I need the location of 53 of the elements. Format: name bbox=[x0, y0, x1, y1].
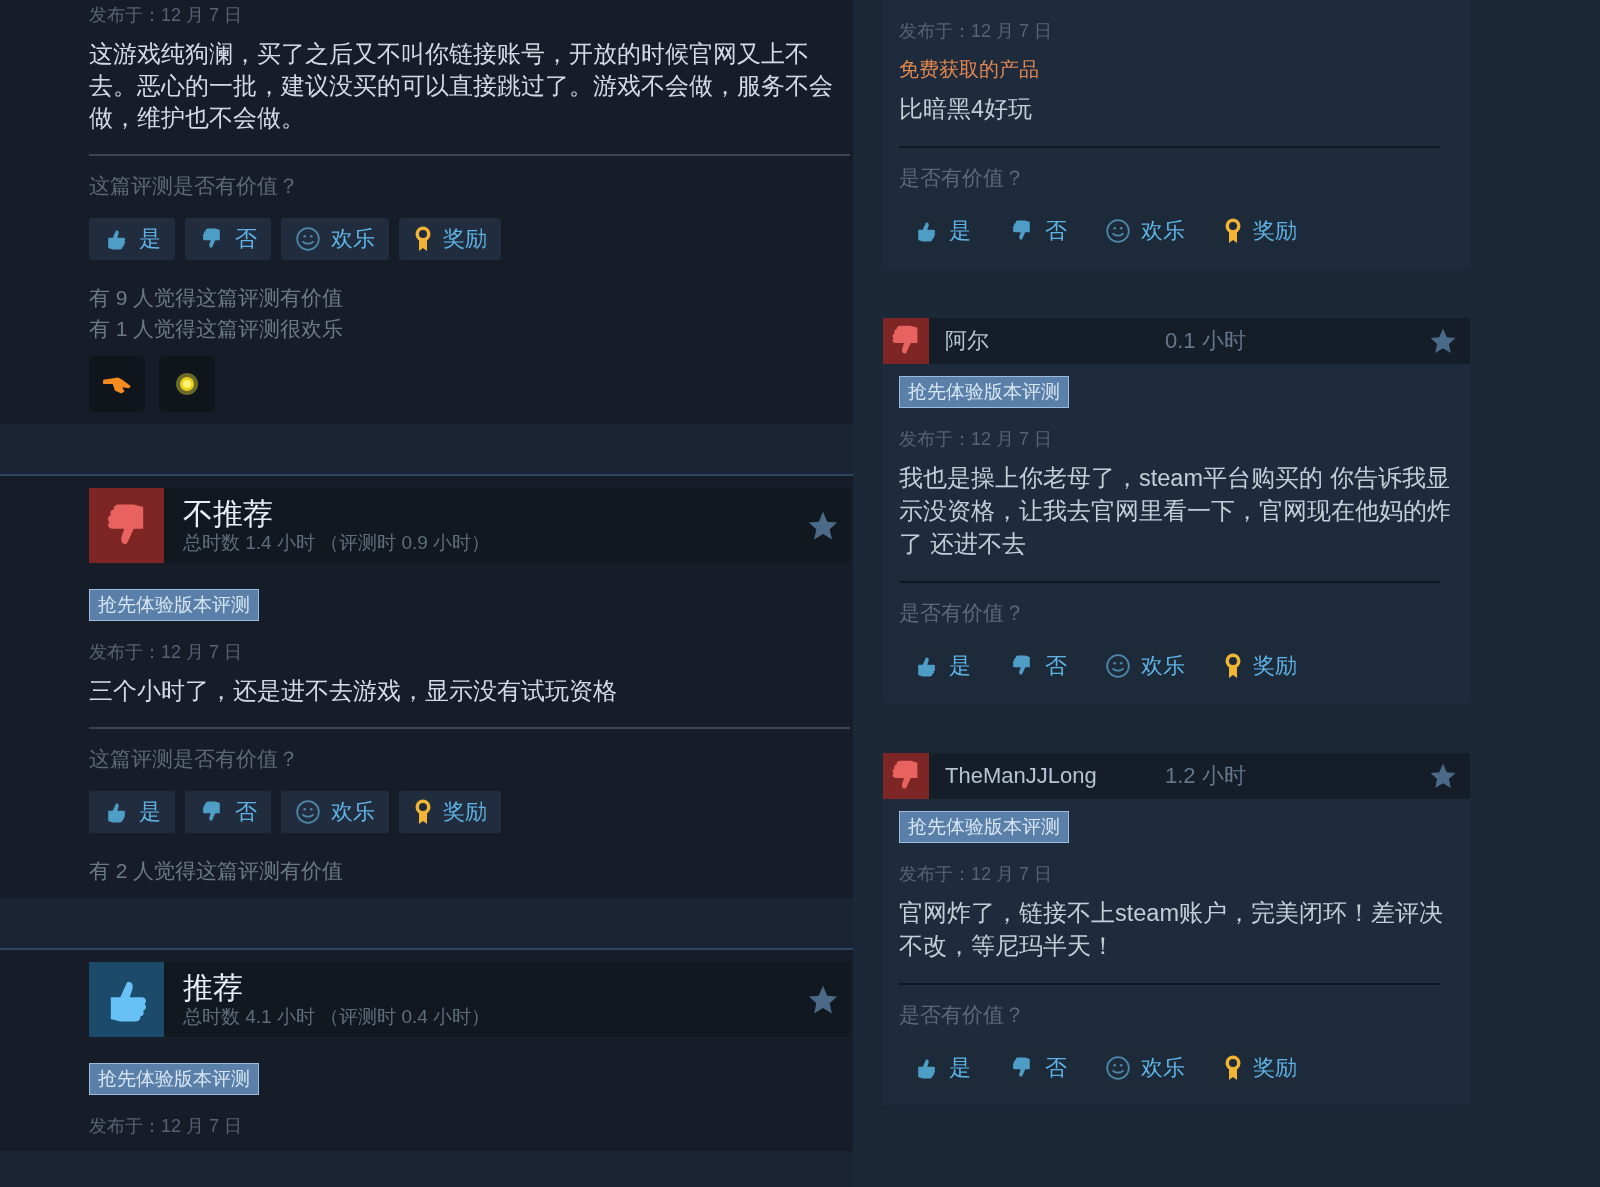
author-name[interactable]: TheManJJLong bbox=[945, 763, 1165, 789]
award-slot[interactable] bbox=[89, 356, 145, 412]
award-ribbon-icon bbox=[413, 225, 433, 253]
smiley-icon bbox=[1105, 218, 1131, 244]
verdict-title: 不推荐 bbox=[183, 496, 274, 531]
helpful-question: 是否有价值？ bbox=[899, 165, 1025, 191]
review-text: 这游戏纯狗澜，买了之后又不叫你链接账号，开放的时候官网又上不去。恶心的一批，建议没买的可以直接跳过了。游戏不会做，服务不会做，维护也不会做。 bbox=[89, 39, 834, 133]
award-ribbon-icon bbox=[413, 798, 433, 826]
early-access-tag: 抢先体验版本评测 bbox=[89, 1063, 259, 1095]
playtime: 1.2 小时 bbox=[1165, 762, 1247, 790]
helpful-count: 有 9 人觉得这篇评测有价值 bbox=[89, 285, 344, 311]
playtime: 总时数 1.4 小时 （评测时 0.9 小时） bbox=[183, 530, 492, 555]
vote-button[interactable]: 是 bbox=[89, 218, 175, 260]
vote-button[interactable]: 否 bbox=[185, 218, 271, 260]
early-access-tag: 抢先体验版本评测 bbox=[89, 589, 259, 621]
vote-button[interactable]: 欢乐 bbox=[281, 791, 389, 833]
post-date: 发布于：12 月 7 日 bbox=[89, 1115, 243, 1138]
review-text: 我也是操上你老母了，steam平台购买的 你告诉我显示没资格，让我去官网里看一下，官网现在他妈的炸了 还进不去 bbox=[899, 464, 1452, 559]
vote-button[interactable]: 欢乐 bbox=[281, 218, 389, 260]
award-ribbon-icon bbox=[1223, 217, 1243, 245]
post-date: 发布于：12 月 7 日 bbox=[899, 428, 1053, 451]
post-date: 发布于：12 月 7 日 bbox=[899, 20, 1053, 43]
glowing-orb-icon bbox=[175, 372, 199, 396]
helpful-count: 有 1 人觉得这篇评测很欢乐 bbox=[89, 316, 344, 342]
post-date: 发布于：12 月 7 日 bbox=[89, 4, 243, 27]
award-ribbon-icon bbox=[1223, 652, 1243, 680]
review-text: 比暗黑4好玩 bbox=[899, 95, 1033, 124]
helpful-question: 这篇评测是否有价值？ bbox=[89, 746, 299, 772]
verdict-title: 推荐 bbox=[183, 970, 244, 1005]
playtime: 总时数 4.1 小时 （评测时 0.4 小时） bbox=[183, 1004, 492, 1029]
early-access-tag: 抢先体验版本评测 bbox=[899, 376, 1069, 408]
post-date: 发布于：12 月 7 日 bbox=[899, 863, 1053, 886]
product-note: 免费获取的产品 bbox=[899, 57, 1039, 82]
review-text: 官网炸了，链接不上steam账户，完美闭环！差评决不改，等尼玛半天！ bbox=[899, 899, 1444, 961]
award-button[interactable]: 奖励 bbox=[399, 218, 501, 260]
review-text: 三个小时了，还是进不去游戏，显示没有试玩资格 bbox=[89, 676, 617, 706]
post-date: 发布于：12 月 7 日 bbox=[89, 641, 243, 664]
smiley-icon bbox=[1105, 653, 1131, 679]
award-button[interactable]: 奖励 bbox=[399, 791, 501, 833]
early-access-tag: 抢先体验版本评测 bbox=[899, 811, 1069, 843]
playtime: 0.1 小时 bbox=[1165, 327, 1247, 355]
smiley-icon bbox=[295, 799, 321, 825]
smiley-icon bbox=[1105, 1055, 1131, 1081]
vote-button[interactable]: 是 bbox=[89, 791, 175, 833]
helpful-question: 这篇评测是否有价值？ bbox=[89, 173, 299, 199]
vote-button[interactable]: 否 bbox=[185, 791, 271, 833]
helpful-question: 是否有价值？ bbox=[899, 1002, 1025, 1028]
helpful-question: 是否有价值？ bbox=[899, 600, 1025, 626]
award-ribbon-icon bbox=[1223, 1054, 1243, 1082]
author-name[interactable]: 阿尔 bbox=[945, 326, 1165, 356]
smiley-icon bbox=[295, 226, 321, 252]
helpful-count: 有 2 人觉得这篇评测有价值 bbox=[89, 858, 344, 884]
award-slot[interactable] bbox=[159, 356, 215, 412]
